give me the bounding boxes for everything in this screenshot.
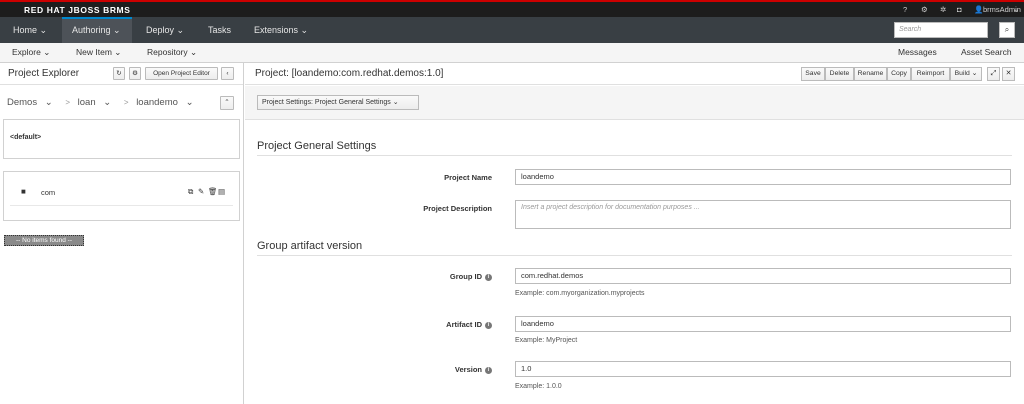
project-description-field[interactable]: Insert a project description for documen… — [515, 200, 1011, 229]
refresh-icon: ↻ — [116, 70, 122, 77]
list-item[interactable]: ■ com ⧉ ✎ 🗑 ▤ — [10, 180, 233, 206]
camera-icon[interactable]: ◘ — [957, 5, 962, 14]
folder-icon: ■ — [21, 187, 26, 196]
copy-button[interactable]: Copy — [887, 67, 911, 81]
nav-extensions[interactable]: Extensions ⌄ — [254, 17, 308, 43]
chevron-down-icon: ⌄ — [971, 70, 978, 77]
no-items-label: -- No items found -- — [4, 235, 84, 246]
folder-list-box: ■ com ⧉ ✎ 🗑 ▤ — [3, 171, 240, 221]
project-editor-panel: Project: [loandemo:com.redhat.demos:1.0]… — [245, 63, 1024, 404]
chevron-down-icon: ⌄ — [190, 47, 198, 57]
brand-logo: RED HAT JBOSS BRMS — [24, 5, 131, 15]
open-project-editor-button[interactable]: Open Project Editor — [145, 67, 218, 80]
chevron-down-icon: ⌄ — [300, 25, 309, 35]
settings-bar: Project Settings: Project General Settin… — [245, 86, 1024, 120]
gav-heading: Group artifact version — [257, 240, 363, 252]
version-label: Version i — [292, 365, 492, 374]
collapse-panel-button[interactable]: ‹ — [221, 67, 234, 80]
user-icon: 👤 — [974, 5, 984, 14]
chevron-down-icon: ⌄ — [113, 25, 121, 35]
project-name-field[interactable]: loandemo — [515, 169, 1011, 185]
gear-icon: ⚙ — [132, 70, 138, 77]
nav-tasks[interactable]: Tasks — [208, 17, 231, 43]
help-icon[interactable]: ? — [903, 5, 907, 14]
explore-menu[interactable]: Explore ⌄ — [12, 43, 50, 62]
messages-link[interactable]: Messages — [898, 43, 937, 62]
artifact-id-help: Example: MyProject — [515, 337, 578, 344]
project-description-label: Project Description — [423, 204, 492, 213]
chevron-down-icon: ⌄ — [176, 25, 185, 35]
version-field[interactable]: 1.0 — [515, 361, 1011, 377]
explorer-title: Project Explorer — [8, 68, 80, 79]
search-input[interactable]: Search — [894, 22, 988, 38]
project-title: Project: [loandemo:com.redhat.demos:1.0] — [255, 68, 444, 79]
group-id-field[interactable]: com.redhat.demos — [515, 268, 1011, 284]
nav-home[interactable]: Home ⌄ — [13, 17, 47, 43]
explorer-header: Project Explorer ↻ ⚙ Open Project Editor… — [0, 63, 243, 85]
general-settings-heading: Project General Settings — [257, 140, 377, 152]
chevron-left-icon: ‹ — [226, 70, 229, 77]
folder-name: com — [41, 188, 56, 197]
delete-icon[interactable]: 🗑 — [208, 187, 218, 196]
chevron-down-icon: ⌄ — [103, 97, 112, 108]
new-item-menu[interactable]: New Item ⌄ — [76, 43, 121, 62]
nav-authoring[interactable]: Authoring ⌄ — [62, 17, 132, 43]
save-button[interactable]: Save — [801, 67, 825, 81]
breadcrumb-loandemo[interactable]: loandemo ⌄ — [136, 97, 198, 108]
breadcrumb-separator: > — [123, 98, 129, 107]
expand-icon: ⤢ — [990, 70, 997, 77]
repository-menu[interactable]: Repository ⌄ — [147, 43, 197, 62]
build-button[interactable]: Build ⌄ — [950, 67, 982, 81]
breadcrumb-demos[interactable]: Demos ⌄ — [7, 97, 58, 108]
chevron-down-icon[interactable]: ⌄ — [1013, 5, 1019, 14]
nav-deploy[interactable]: Deploy ⌄ — [146, 17, 184, 43]
project-name-label: Project Name — [444, 173, 492, 182]
divider — [257, 255, 1012, 256]
default-package-box: <default> — [3, 119, 240, 159]
main-nav: Home ⌄ Authoring ⌄ Deploy ⌄ Tasks Extens… — [0, 17, 1024, 43]
settings-button[interactable]: ⚙ — [129, 67, 141, 80]
refresh-button[interactable]: ↻ — [113, 67, 125, 80]
archive-icon[interactable]: ▤ — [218, 187, 225, 196]
chevron-down-icon: ⌄ — [114, 47, 122, 57]
chevron-down-icon: ⌄ — [39, 25, 48, 35]
chevron-down-icon: ⌄ — [185, 97, 194, 108]
settings-dropdown[interactable]: Project Settings: Project General Settin… — [257, 95, 419, 110]
project-editor-header: Project: [loandemo:com.redhat.demos:1.0]… — [245, 63, 1024, 85]
version-help: Example: 1.0.0 — [515, 383, 562, 390]
reimport-button[interactable]: Reimport — [911, 67, 950, 81]
collapse-breadcrumb-button[interactable]: ⌃ — [220, 96, 234, 110]
breadcrumb: Demos ⌄ > loan ⌄ > loandemo ⌄ — [7, 97, 204, 111]
chevron-down-icon: ⌄ — [43, 47, 51, 57]
artifact-id-field[interactable]: loandemo — [515, 316, 1011, 332]
group-id-label: Group ID i — [292, 272, 492, 281]
chevron-down-icon: ⌄ — [392, 99, 399, 106]
gear-icon[interactable]: ⚙ — [921, 5, 928, 14]
delete-button[interactable]: Delete — [825, 67, 854, 81]
settings-icon[interactable]: ✲ — [940, 5, 946, 14]
breadcrumb-separator: > — [65, 98, 71, 107]
maximize-button[interactable]: ⤢ — [987, 67, 1000, 81]
close-icon: ✕ — [1005, 70, 1012, 77]
project-explorer-panel: Project Explorer ↻ ⚙ Open Project Editor… — [0, 63, 244, 404]
chevron-down-icon: ⌄ — [44, 97, 53, 108]
close-button[interactable]: ✕ — [1002, 67, 1015, 81]
divider — [257, 155, 1012, 156]
info-icon[interactable]: i — [485, 366, 492, 374]
info-icon[interactable]: i — [485, 273, 492, 281]
info-icon[interactable]: i — [485, 321, 492, 329]
search-icon[interactable]: ⌕ — [999, 22, 1015, 38]
artifact-id-label: Artifact ID i — [292, 320, 492, 329]
breadcrumb-loan[interactable]: loan ⌄ — [78, 97, 117, 108]
rename-button[interactable]: Rename — [854, 67, 887, 81]
default-package-item[interactable]: <default> — [10, 134, 41, 141]
top-bar: RED HAT JBOSS BRMS ? ⚙ ✲ ◘ 👤 brmsAdmin ⌄ — [0, 0, 1024, 17]
group-id-help: Example: com.myorganization.myprojects — [515, 290, 645, 297]
chevron-up-icon: ⌃ — [224, 99, 230, 106]
edit-icon[interactable]: ✎ — [198, 187, 204, 196]
copy-icon[interactable]: ⧉ — [188, 187, 193, 197]
asset-search-link[interactable]: Asset Search — [961, 43, 1012, 62]
sub-nav: Explore ⌄ New Item ⌄ Repository ⌄ Messag… — [0, 43, 1024, 63]
